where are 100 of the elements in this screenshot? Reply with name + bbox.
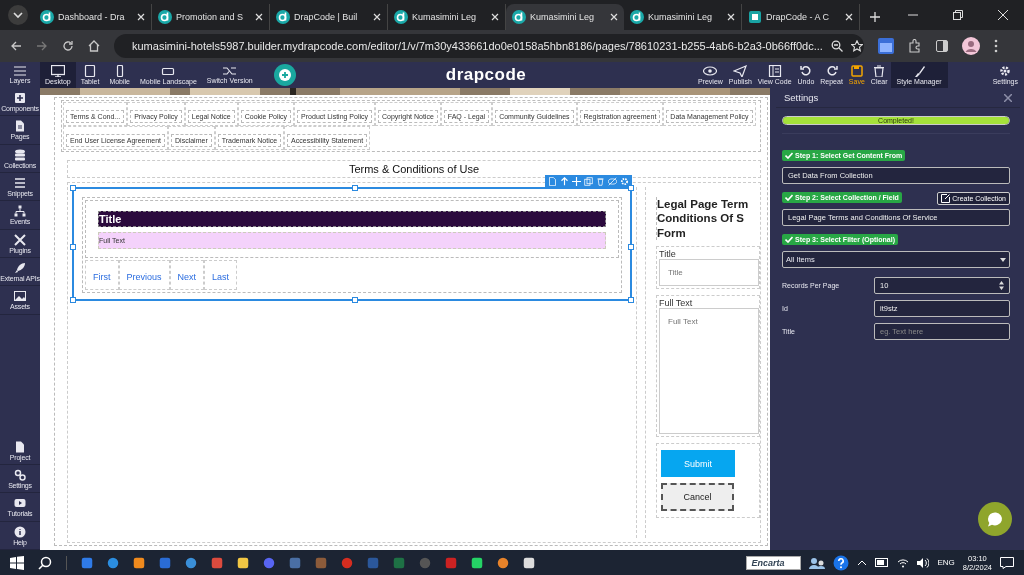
sidebar-icon [14, 92, 26, 104]
pagination-link[interactable]: First [93, 272, 111, 282]
title-text: Title [98, 211, 606, 227]
profile-avatar-icon[interactable] [962, 37, 980, 55]
zoom-icon[interactable] [830, 40, 843, 52]
sidebar-icon [14, 205, 26, 218]
input-field[interactable]: Title [659, 259, 759, 287]
check-icon [785, 152, 793, 159]
field-label: Full Text [659, 298, 694, 309]
battery-icon[interactable] [875, 558, 890, 567]
toolbar-icon[interactable] [560, 176, 569, 186]
tab-favicon-icon [158, 10, 172, 24]
extension-square-icon[interactable] [878, 38, 894, 54]
toolbar-icon [733, 64, 748, 77]
tab-favicon-icon [512, 10, 526, 24]
toolbar-icon [798, 64, 813, 77]
toolbar-icon[interactable] [608, 176, 617, 186]
check-icon [785, 236, 793, 243]
restore-icon[interactable] [953, 10, 963, 20]
start-icon[interactable] [10, 555, 24, 570]
app-icon[interactable] [471, 556, 483, 569]
sidebar-icon [14, 290, 26, 303]
sidebar-icon [14, 233, 26, 246]
resize-handle[interactable] [628, 297, 634, 303]
people-icon[interactable] [809, 556, 826, 569]
resize-handle[interactable] [628, 185, 634, 191]
search-icon[interactable] [38, 555, 52, 570]
toolbar-icon[interactable] [596, 176, 605, 186]
sidebar-icon [14, 120, 26, 133]
speaker-icon[interactable] [917, 557, 930, 568]
caret-icon [1000, 257, 1006, 262]
pagination-link[interactable]: Last [212, 272, 230, 282]
add-icon[interactable] [273, 64, 296, 86]
new-tab-icon[interactable] [870, 12, 880, 22]
sidebar-icon [14, 262, 26, 275]
menu-icon[interactable] [994, 39, 998, 53]
app-icon[interactable] [237, 556, 249, 569]
notifications-icon[interactable] [1000, 556, 1014, 569]
text-area[interactable]: Full Text [659, 308, 759, 435]
resize-handle[interactable] [352, 185, 358, 191]
resize-handle[interactable] [70, 244, 76, 250]
app-icon[interactable] [133, 556, 145, 569]
sidebar-icon [14, 468, 26, 481]
language-indicator[interactable]: ENG [937, 558, 955, 567]
back-icon[interactable] [10, 40, 22, 52]
toolbar-icon [872, 64, 887, 77]
toolbar-icon[interactable] [572, 176, 581, 186]
pagination-link[interactable]: Next [177, 272, 197, 282]
chat-icon[interactable] [978, 502, 1012, 536]
page-heading: Terms & Conditions of Use [348, 163, 480, 175]
resize-handle[interactable] [628, 244, 634, 250]
help-icon[interactable] [833, 554, 850, 571]
toolbar-icon[interactable] [584, 176, 593, 186]
resize-handle[interactable] [70, 297, 76, 303]
app-icon[interactable] [497, 556, 509, 569]
toolbar-icon[interactable] [620, 176, 629, 186]
bookmark-star-icon[interactable] [850, 40, 863, 52]
device-icon [83, 64, 98, 77]
chevron-up-icon[interactable] [857, 559, 868, 566]
logo: drapcode [445, 65, 527, 85]
search-box[interactable]: Encarta [746, 555, 802, 570]
tab-favicon-icon [394, 10, 408, 24]
side-panel-icon[interactable] [936, 40, 948, 52]
sidebar-icon [14, 177, 26, 190]
device-icon [50, 64, 65, 77]
address-field[interactable]: kumasimini-hotels5987.builder.mydrapcode.com/editor/1/v/7m30y433661do0e0158a5hbn8186/pages/78610231-b255-4ab6-b2a3-0b66ff0dc... [114, 34, 864, 58]
sidebar-icon [14, 525, 26, 538]
home-icon[interactable] [88, 40, 100, 52]
sidebar-icon [14, 148, 26, 161]
url-text: kumasimini-hotels5987.builder.mydrapcode.com/editor/1/v/7m30y433661do0e0158a5hbn8186/pages/78610231-b255-4ab6-b2a3-0b66ff0dc... [132, 40, 823, 52]
toolbar-icon [849, 64, 864, 77]
tab-favicon-icon [630, 10, 644, 24]
forward-icon[interactable] [36, 40, 48, 52]
resize-handle[interactable] [70, 185, 76, 191]
toolbar-icon [767, 64, 782, 77]
resize-handle[interactable] [352, 297, 358, 303]
sidebar-icon [14, 497, 26, 510]
check-icon [785, 194, 793, 201]
extensions-icon[interactable] [908, 39, 922, 53]
reload-icon[interactable] [62, 40, 74, 52]
cancel-button[interactable]: Cancel [661, 483, 734, 512]
wifi-icon[interactable] [897, 557, 910, 568]
toolbar-icon [703, 64, 718, 77]
sidebar-icon [14, 440, 26, 453]
layers-icon [14, 65, 26, 76]
toolbar-icon [912, 64, 927, 77]
panel-title: Settings [784, 92, 819, 103]
browser-tab[interactable]: Kumasimini Leg [506, 4, 624, 30]
tab-favicon-icon [40, 10, 54, 24]
tab-favicon-icon [748, 10, 762, 24]
edit-icon [941, 194, 951, 203]
tab-search-icon[interactable] [8, 5, 28, 25]
spinner-icon [999, 281, 1004, 290]
toolbar-icon[interactable] [548, 176, 557, 186]
field-label: Title [659, 249, 677, 260]
form-heading: Legal Page Term Conditions Of S Form [656, 197, 749, 241]
app-icon[interactable] [523, 556, 535, 569]
settings-icon [999, 64, 1012, 77]
switch-icon [222, 65, 237, 76]
tab-favicon-icon [276, 10, 290, 24]
